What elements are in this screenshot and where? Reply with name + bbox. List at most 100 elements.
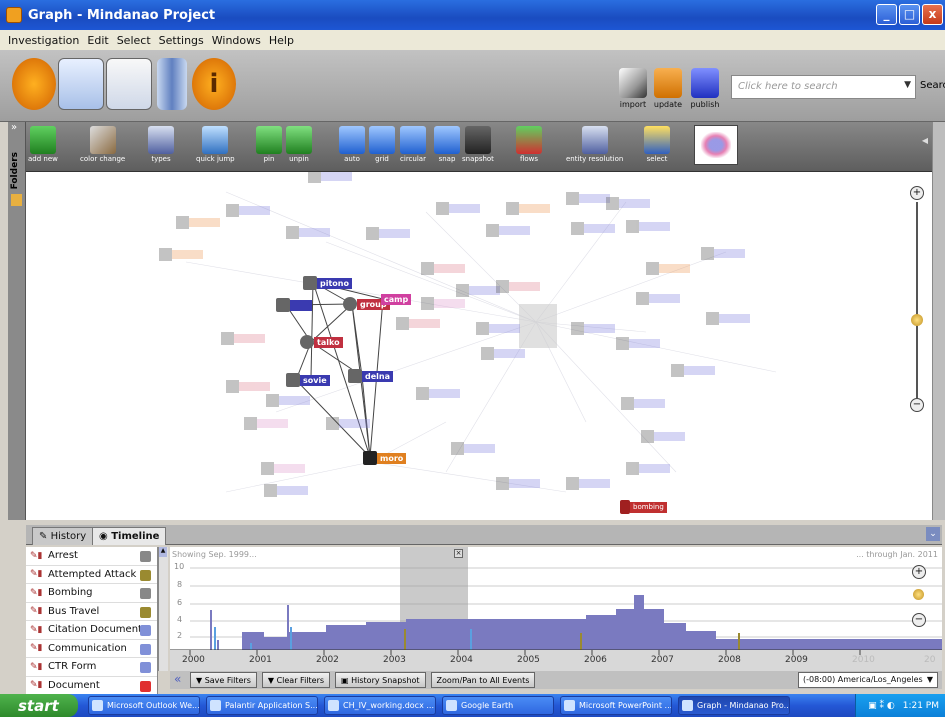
save-filters-button[interactable]: ▼ Save Filters [190, 672, 257, 688]
clear-filters-button[interactable]: ▼ Clear Filters [261, 672, 331, 688]
zoom-handle[interactable] [913, 589, 924, 600]
list-item[interactable]: ✎▮ Communication [26, 640, 157, 658]
search-dropdown-icon[interactable]: ▼ [904, 80, 911, 90]
graph-node[interactable] [221, 332, 265, 345]
graph-node[interactable] [706, 312, 750, 325]
start-button[interactable]: start [0, 694, 78, 717]
list-item[interactable]: ✎▮ Attempted Attack [26, 566, 157, 584]
graph-node[interactable] [641, 430, 685, 443]
graph-node[interactable] [486, 224, 530, 237]
folders-panel[interactable]: » Folders [8, 122, 26, 520]
palantir-logo-icon[interactable] [12, 58, 56, 110]
color-swatch[interactable] [140, 643, 151, 655]
update-button[interactable]: update [648, 68, 688, 109]
graph-node[interactable] [366, 227, 410, 240]
circular-layout-button[interactable]: circular [400, 126, 426, 163]
import-button[interactable]: import [613, 68, 653, 109]
color-swatch[interactable] [140, 606, 151, 618]
entity-node-sovie[interactable]: sovie [286, 373, 330, 387]
double-chevron-left-icon[interactable]: « [174, 672, 181, 686]
zoom-out-icon[interactable]: − [912, 613, 926, 627]
graph-node[interactable] [701, 247, 745, 260]
tab-history[interactable]: ✎ History [32, 527, 94, 545]
zoom-in-icon[interactable]: + [912, 565, 926, 579]
scroll-up-icon[interactable]: ▲ [159, 547, 167, 557]
minimize-button[interactable]: _ [876, 4, 897, 25]
graph-node[interactable] [416, 387, 460, 400]
tab-timeline[interactable]: ◉ Timeline [92, 527, 167, 545]
toolbar-scroll-icon[interactable]: ◀ [922, 136, 928, 145]
list-item[interactable]: ✎▮ CTR Form [26, 658, 157, 677]
menu-help[interactable]: Help [269, 34, 294, 47]
graph-node[interactable] [226, 380, 270, 393]
graph-node[interactable] [456, 284, 500, 297]
graph-node[interactable] [451, 442, 495, 455]
graph-node[interactable] [226, 204, 270, 217]
graph-node[interactable] [326, 417, 370, 430]
color-swatch[interactable] [140, 680, 151, 692]
graph-node[interactable] [496, 477, 540, 490]
graph-node[interactable] [308, 172, 352, 183]
entity-node-moro[interactable]: moro [363, 451, 407, 465]
expand-chevron-icon[interactable]: » [8, 122, 25, 133]
graph-node[interactable] [421, 297, 465, 310]
graph-node[interactable] [646, 262, 690, 275]
color-swatch[interactable] [140, 569, 151, 581]
zoom-slider[interactable]: + − [908, 186, 926, 416]
graph-node[interactable] [266, 394, 310, 407]
graph-node[interactable] [626, 462, 670, 475]
database-app-icon[interactable] [157, 58, 187, 110]
entity-node-unlabeled[interactable] [276, 298, 312, 312]
menu-investigation[interactable]: Investigation [8, 34, 79, 47]
graph-node[interactable] [261, 462, 305, 475]
graph-node[interactable] [159, 248, 203, 261]
timezone-select[interactable]: (-08:00) America/Los_Angeles ▼ [798, 672, 938, 688]
color-swatch[interactable] [140, 625, 151, 636]
search-input[interactable]: Click here to search ▼ [731, 75, 916, 99]
menu-windows[interactable]: Windows [212, 34, 261, 47]
entity-node-pitono[interactable]: pitono [303, 276, 352, 290]
graph-node[interactable] [481, 347, 525, 360]
graph-node[interactable] [621, 397, 665, 410]
entity-resolution-button[interactable]: entity resolution [566, 126, 623, 163]
timeline-chart[interactable]: Showing Sep. 1999... ... through Jan. 20… [170, 547, 942, 671]
publish-button[interactable]: publish [685, 68, 725, 109]
graph-node[interactable] [421, 262, 465, 275]
list-item[interactable]: ✎▮ Citation Document [26, 621, 157, 640]
taskbar-item-outlook[interactable]: Microsoft Outlook We... [88, 696, 200, 715]
graph-canvas[interactable]: pitono group camp talko sovie delna moro… [26, 172, 932, 520]
flows-button[interactable]: flows [516, 126, 542, 163]
graph-node[interactable] [671, 364, 715, 377]
zoom-out-icon[interactable]: − [910, 398, 924, 412]
menu-select[interactable]: Select [117, 34, 151, 47]
add-new-button[interactable]: add new [28, 126, 58, 163]
right-side-panel[interactable] [932, 122, 945, 520]
list-item[interactable]: ✎▮ Bus Travel [26, 603, 157, 621]
graph-node[interactable] [566, 477, 610, 490]
graph-overview-thumbnail[interactable] [694, 125, 738, 165]
graph-node[interactable] [571, 222, 615, 235]
graph-node[interactable] [571, 322, 615, 335]
zoom-handle[interactable] [911, 314, 923, 326]
graph-node[interactable] [506, 202, 550, 215]
entity-node-bombing[interactable]: bombing [620, 500, 667, 514]
graph-node[interactable] [264, 484, 308, 497]
color-swatch[interactable] [140, 662, 151, 673]
event-list-scrollbar[interactable]: ▲ [158, 547, 168, 671]
taskbar-item-palantir[interactable]: Palantir Application S... [206, 696, 318, 715]
entity-node-delna[interactable]: delna [348, 369, 393, 383]
zoom-in-icon[interactable]: + [910, 186, 924, 200]
grid-layout-button[interactable]: grid [369, 126, 395, 163]
list-item[interactable]: ✎▮ Document [26, 677, 157, 695]
search-button[interactable]: Search [920, 80, 945, 91]
unpin-button[interactable]: unpin [286, 126, 312, 163]
graph-node[interactable] [436, 202, 480, 215]
list-item[interactable]: ✎▮ Arrest [26, 547, 157, 566]
snap-layout-button[interactable]: snap [434, 126, 460, 163]
graph-node[interactable] [244, 417, 288, 430]
color-change-button[interactable]: color change [80, 126, 125, 163]
auto-layout-button[interactable]: auto [339, 126, 365, 163]
timeline-zoom-slider[interactable]: + − [910, 565, 926, 629]
graph-node[interactable] [566, 192, 610, 205]
list-item[interactable]: ✎▮ Bombing [26, 584, 157, 603]
